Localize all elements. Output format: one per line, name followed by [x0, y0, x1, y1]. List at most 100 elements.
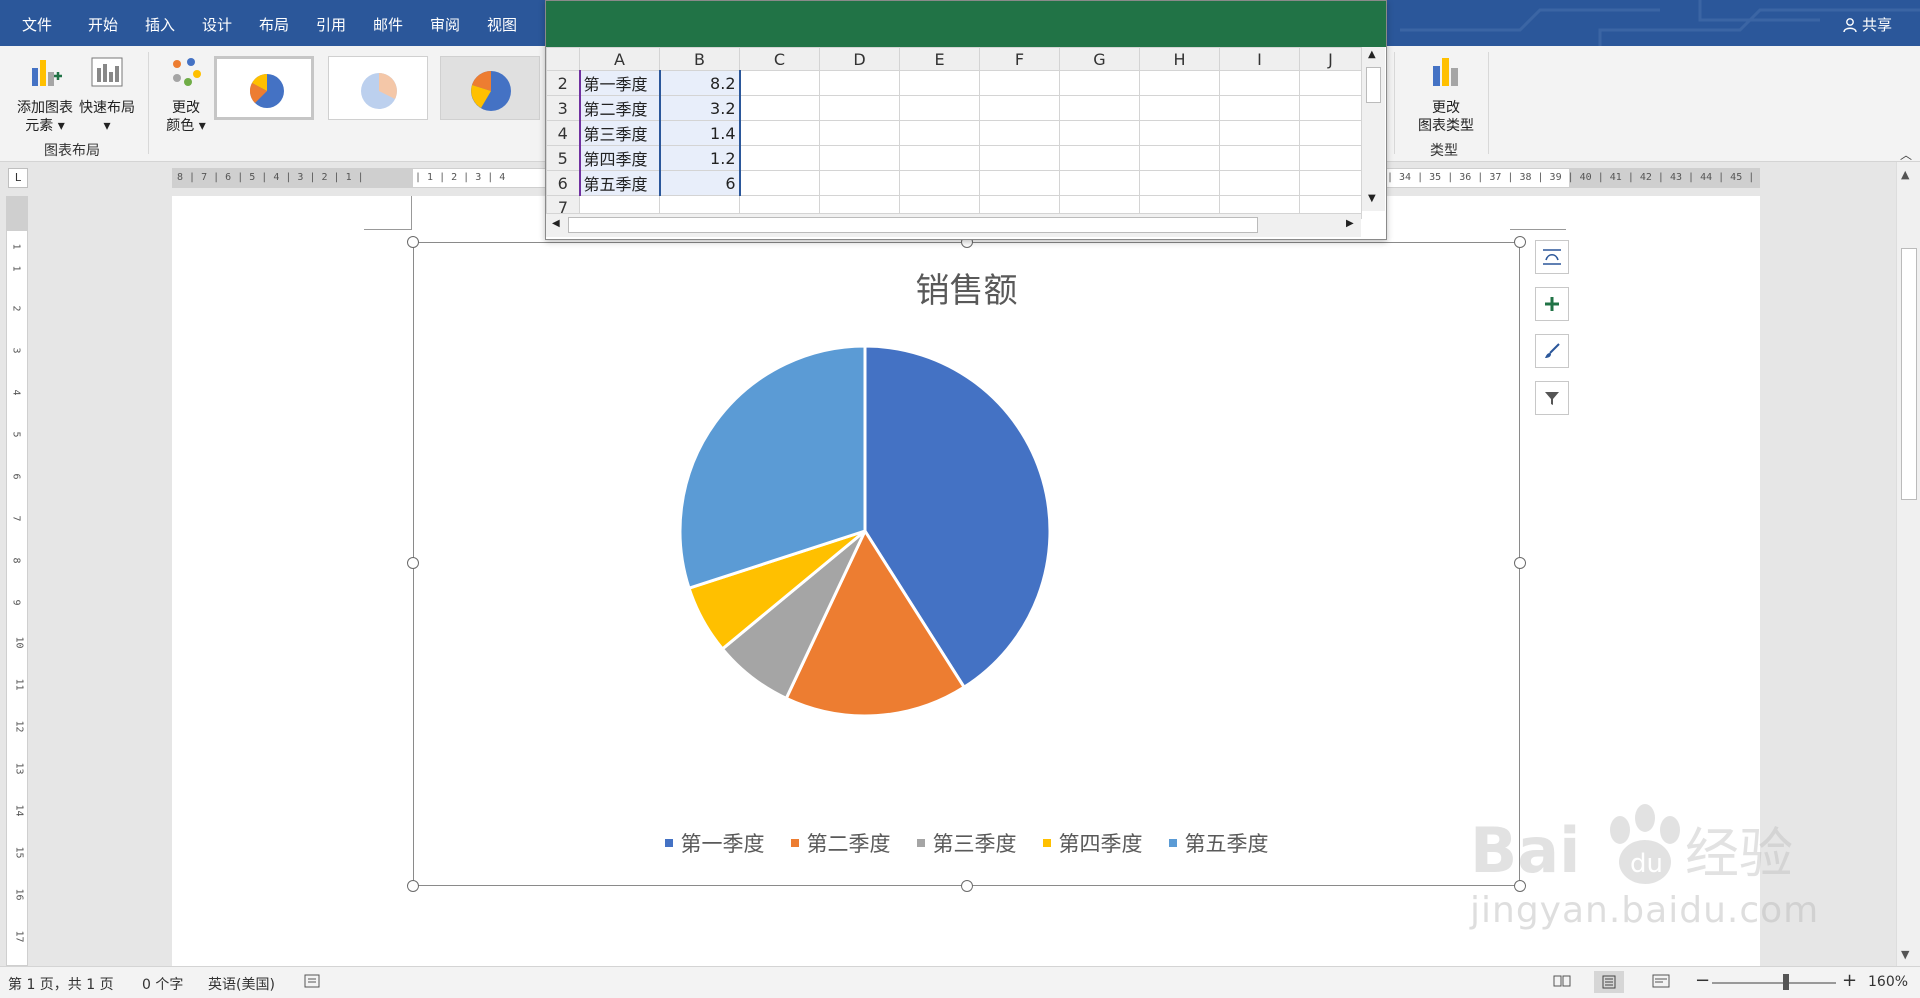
- collapse-ribbon-icon[interactable]: ︿: [1900, 146, 1912, 163]
- chart-elements-button[interactable]: [1535, 287, 1569, 321]
- zoom-slider[interactable]: [1712, 982, 1836, 984]
- chart-styles-button[interactable]: [1535, 334, 1569, 368]
- column-header[interactable]: G: [1059, 47, 1140, 71]
- resize-handle-top-right[interactable]: [1514, 236, 1526, 248]
- column-header[interactable]: E: [899, 47, 980, 71]
- data-window-vertical-scrollbar[interactable]: ▲ ▼: [1361, 47, 1385, 211]
- legend-item[interactable]: 第五季度: [1168, 828, 1269, 858]
- cell-empty[interactable]: [1139, 70, 1220, 96]
- resize-handle-right[interactable]: [1514, 557, 1526, 569]
- legend-item[interactable]: 第四季度: [1042, 828, 1143, 858]
- cell-empty[interactable]: [979, 170, 1060, 196]
- legend-item[interactable]: 第三季度: [916, 828, 1017, 858]
- select-all-corner[interactable]: [546, 47, 580, 71]
- tab-file[interactable]: 文件: [22, 14, 52, 35]
- cell-empty[interactable]: [1299, 170, 1362, 196]
- cell-empty[interactable]: [1299, 145, 1362, 171]
- cell-empty[interactable]: [819, 145, 900, 171]
- cell-empty[interactable]: [899, 95, 980, 121]
- resize-handle-left[interactable]: [407, 557, 419, 569]
- resize-handle-bottom[interactable]: [961, 880, 973, 892]
- cell-empty[interactable]: [899, 170, 980, 196]
- data-window-horizontal-scrollbar[interactable]: ◀ ▶: [546, 213, 1361, 237]
- add-chart-element-button[interactable]: 添加图表 元素 ▾: [10, 54, 80, 135]
- chart-style-thumb-1[interactable]: [214, 56, 314, 120]
- cell-empty[interactable]: [739, 120, 820, 146]
- cell-category[interactable]: 第三季度: [578, 120, 660, 146]
- scroll-up-icon[interactable]: ▲: [1368, 49, 1376, 60]
- cell-category[interactable]: 第一季度: [578, 70, 660, 96]
- column-header[interactable]: H: [1139, 47, 1220, 71]
- cell-empty[interactable]: [899, 145, 980, 171]
- word-count[interactable]: 0 个字: [142, 974, 183, 994]
- cell-empty[interactable]: [739, 70, 820, 96]
- column-header[interactable]: I: [1219, 47, 1300, 71]
- tab-view[interactable]: 视图: [487, 14, 517, 35]
- quick-layout-button[interactable]: 快速布局 ▾: [76, 54, 138, 135]
- row-header[interactable]: 2: [546, 70, 580, 96]
- cell-category[interactable]: 第二季度: [578, 95, 660, 121]
- cell-empty[interactable]: [979, 145, 1060, 171]
- language-indicator[interactable]: 英语(美国): [208, 974, 275, 994]
- chart-data-window[interactable]: A B C D E F G H I J 2 第一季度 8.2 3 第二季度 3.2 4 第三季…: [545, 0, 1387, 240]
- page-count[interactable]: 第 1 页，共 1 页: [8, 974, 114, 994]
- column-header[interactable]: J: [1299, 47, 1362, 71]
- layout-options-button[interactable]: [1535, 240, 1569, 274]
- cell-empty[interactable]: [899, 70, 980, 96]
- cell-category[interactable]: 第五季度: [578, 170, 660, 196]
- cell-empty[interactable]: [899, 120, 980, 146]
- cell-value[interactable]: 1.4: [658, 120, 741, 146]
- share-button[interactable]: 共享: [1842, 14, 1892, 35]
- cell-empty[interactable]: [979, 95, 1060, 121]
- cell-empty[interactable]: [1299, 120, 1362, 146]
- cell-empty[interactable]: [1059, 95, 1140, 121]
- cell-empty[interactable]: [1059, 145, 1140, 171]
- macro-record-icon[interactable]: [304, 974, 320, 992]
- scroll-down-icon[interactable]: ▼: [1368, 193, 1376, 204]
- change-colors-button[interactable]: 更改 颜色 ▾: [158, 54, 214, 135]
- cell-category[interactable]: 第四季度: [578, 145, 660, 171]
- cell-empty[interactable]: [1219, 120, 1300, 146]
- chart-data-titlebar[interactable]: [546, 1, 1386, 47]
- row-header[interactable]: 4: [546, 120, 580, 146]
- chart-legend[interactable]: 第一季度 第二季度 第三季度 第四季度 第五季度: [414, 828, 1519, 858]
- cell-empty[interactable]: [979, 70, 1060, 96]
- tab-home[interactable]: 开始: [88, 14, 118, 35]
- cell-empty[interactable]: [1139, 170, 1220, 196]
- scroll-left-icon[interactable]: ◀: [552, 218, 560, 229]
- tab-review[interactable]: 审阅: [430, 14, 460, 35]
- cell-empty[interactable]: [1139, 145, 1220, 171]
- row-header[interactable]: 5: [546, 145, 580, 171]
- tab-insert[interactable]: 插入: [145, 14, 175, 35]
- cell-empty[interactable]: [1219, 145, 1300, 171]
- scroll-up-icon[interactable]: ▲: [1901, 168, 1909, 181]
- cell-empty[interactable]: [819, 95, 900, 121]
- read-mode-icon[interactable]: [1553, 974, 1571, 992]
- cell-value[interactable]: 6: [658, 170, 741, 196]
- column-header[interactable]: B: [659, 47, 740, 71]
- row-header[interactable]: 6: [546, 170, 580, 196]
- cell-empty[interactable]: [739, 95, 820, 121]
- chart-object[interactable]: 销售额 第一季度 第二季度 第三季度 第四季度 第五季度: [413, 242, 1520, 886]
- cell-empty[interactable]: [1299, 70, 1362, 96]
- chart-filters-button[interactable]: [1535, 381, 1569, 415]
- column-header[interactable]: A: [579, 47, 660, 71]
- cell-empty[interactable]: [979, 120, 1060, 146]
- cell-value[interactable]: 8.2: [658, 70, 741, 96]
- cell-empty[interactable]: [819, 120, 900, 146]
- cell-empty[interactable]: [1219, 70, 1300, 96]
- cell-empty[interactable]: [1219, 95, 1300, 121]
- cell-value[interactable]: 1.2: [658, 145, 741, 171]
- column-header[interactable]: F: [979, 47, 1060, 71]
- resize-handle-top-left[interactable]: [407, 236, 419, 248]
- tab-layout[interactable]: 布局: [259, 14, 289, 35]
- cell-empty[interactable]: [1059, 170, 1140, 196]
- legend-item[interactable]: 第二季度: [790, 828, 891, 858]
- cell-empty[interactable]: [1299, 95, 1362, 121]
- chart-style-thumb-3[interactable]: [440, 56, 540, 120]
- resize-handle-bottom-left[interactable]: [407, 880, 419, 892]
- row-header[interactable]: 3: [546, 95, 580, 121]
- scroll-down-icon[interactable]: ▼: [1901, 948, 1909, 961]
- web-layout-icon[interactable]: [1652, 974, 1670, 992]
- tab-references[interactable]: 引用: [316, 14, 346, 35]
